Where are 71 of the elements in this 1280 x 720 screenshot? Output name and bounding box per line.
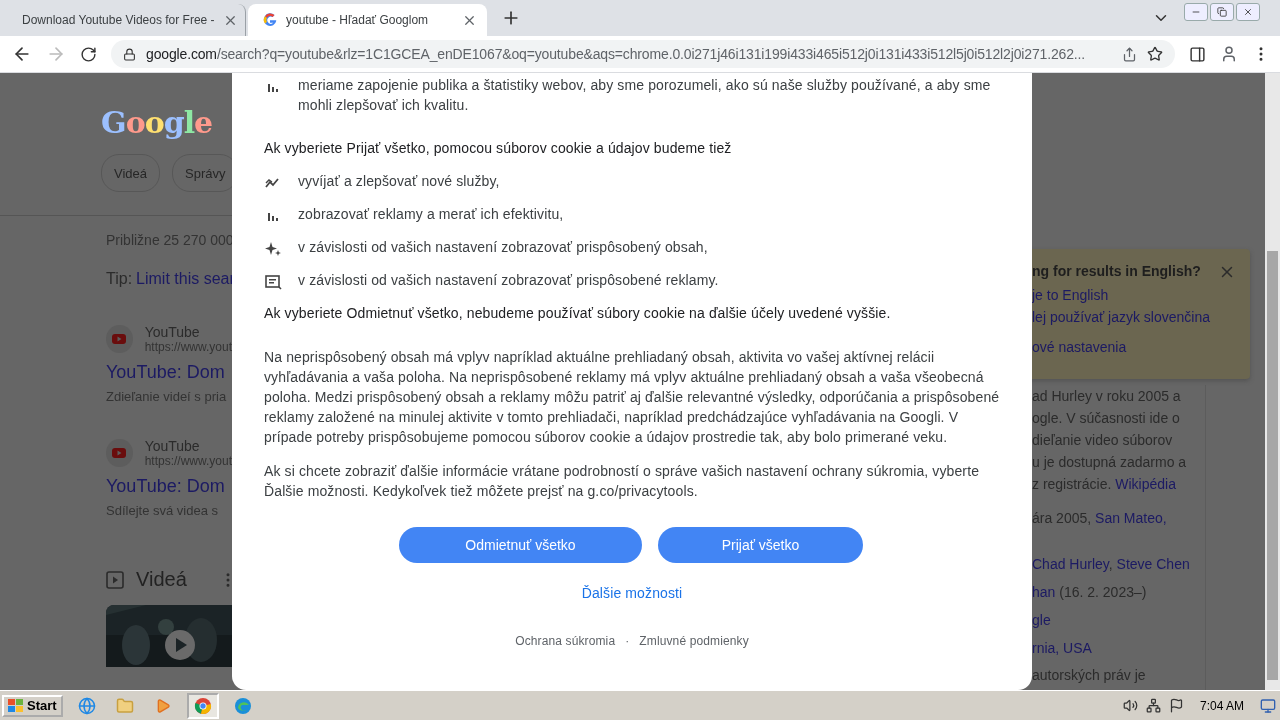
site-name: YouTube <box>144 324 201 340</box>
videos-heading: Videá <box>136 568 187 591</box>
play-icon <box>112 334 127 344</box>
tab-title: youtube - Hľadať Googlom <box>286 13 430 27</box>
decline-text: Ak vyberiete Odmietnuť všetko, nebudeme používať súbory cookie na ďalšie účely uvedené vyššie. <box>264 304 892 323</box>
google-icon <box>262 12 278 28</box>
tip-link[interactable]: Limit this sear <box>136 270 235 288</box>
info-link[interactable]: han <box>1032 584 1056 600</box>
side-panel-icon[interactable] <box>1189 45 1206 63</box>
info-text: ára 2005, <box>1032 510 1093 526</box>
ad-icon <box>264 273 282 291</box>
google-logo[interactable]: Google <box>101 105 232 140</box>
prompt-title: ng for results in English? <box>1032 263 1201 279</box>
profile-icon[interactable] <box>1220 45 1238 63</box>
info-text: u je dostupná zadarmo a <box>1032 454 1187 470</box>
scroll-thumb[interactable] <box>1267 251 1278 680</box>
privacy-link[interactable]: Ochrana súkromia <box>515 631 616 651</box>
share-icon[interactable] <box>1122 46 1137 62</box>
info-link[interactable]: rnia, USA <box>1032 640 1092 656</box>
clock: 7:04 AM <box>1199 698 1244 713</box>
browser-tab[interactable]: youtube - Hľadať Googlom <box>248 4 487 36</box>
consent-item: meriame zapojenie publika a štatistiky webov, aby sme porozumeli, ako sú naše služby používané, a aby sme mohli zlepšovať ich kvalitu. <box>298 76 992 115</box>
scrollbar[interactable] <box>1265 73 1280 690</box>
restore-icon[interactable] <box>1210 3 1234 21</box>
more-options-link[interactable]: Ďalšie možnosti <box>581 583 683 603</box>
result-title[interactable]: YouTube: Dom <box>106 476 232 497</box>
info-text: , <box>1108 556 1114 572</box>
info-paragraph: Na neprispôsobený obsah má vplyv napríklad aktuálne prehliadaný obsah, aktivita vo vašej aktívnej relácii vyhľadávania a vaša poloha. Na neprispôsobené reklamy má vplyv aktuálne prehliadaný obsah a vaša všeobecná poloha. Medzi prispôsobený obsah a reklamy môžu patriť aj ďalšie relevantné výsledky, odporúčania a prispôsobené reklamy založené na minulej aktivite v tomto prehliadači, napríklad predchádzajúce vyhľadávania na Googli. V prípade potreby prispôsobujeme pomocou súborov cookie a údajov prostredie tak, aby bolo primerané veku. <box>264 348 1000 447</box>
reject-all-button[interactable]: Odmietnuť všetko <box>399 527 642 563</box>
info-link[interactable]: Chad Hurley <box>1032 556 1109 572</box>
windows-logo-icon <box>8 698 24 713</box>
filter-chip[interactable]: Videá <box>101 154 160 192</box>
info-paragraph: Ak si chcete zobraziť ďalšie informácie vrátane podrobností o správe vašich nastavení ochrany súkromia, vyberte Ďalšie možnosti. Kedykoľvek tiež môžete prejsť na g.co/privacytools. <box>264 462 981 501</box>
start-button[interactable]: Start <box>2 694 63 717</box>
info-link[interactable]: San Mateo, <box>1095 510 1167 526</box>
tab-title: Download Youtube Videos for Free - <box>22 13 215 27</box>
tip-label: Tip: <box>106 270 133 288</box>
info-link[interactable]: Steve Chen <box>1116 556 1190 572</box>
result-title[interactable]: YouTube: Dom <box>106 362 232 383</box>
show-desktop-icon[interactable] <box>1260 697 1276 714</box>
info-link[interactable]: gle <box>1032 612 1051 628</box>
network-icon[interactable] <box>1145 698 1161 713</box>
info-text: z registrácie. <box>1032 476 1113 492</box>
consent-item: zobrazovať reklamy a merať ich efektivitu, <box>298 205 565 224</box>
star-icon[interactable] <box>1147 46 1163 62</box>
prompt-link[interactable]: ové nastavenia <box>1032 339 1250 355</box>
site-name: YouTube <box>144 438 201 454</box>
volume-icon[interactable] <box>1122 698 1138 713</box>
prompt-link[interactable]: je to English <box>1032 287 1250 303</box>
accept-all-button[interactable]: Prijať všetko <box>658 527 863 563</box>
play-icon <box>112 448 127 458</box>
close-window-icon[interactable] <box>1236 3 1260 21</box>
info-text: ad Hurley v roku 2005 a <box>1032 388 1181 404</box>
info-link[interactable]: Wikipédia <box>1115 476 1176 492</box>
info-text: ogle. V súčasnosti ide o <box>1032 410 1180 426</box>
address-bar[interactable]: google.com/search?q=youtube&rlz=1C1GCEA_enDE1067&oq=youtube&aqs=chrome.0.0i271j46i131i199i433i465i512j0i131i433i512l5j0i512l2j0i271.262... <box>111 40 1175 68</box>
terms-link[interactable]: Zmluvné podmienky <box>639 631 749 651</box>
reload-icon[interactable] <box>80 45 97 63</box>
chrome-icon[interactable] <box>186 692 219 719</box>
lock-icon <box>123 47 136 61</box>
flag-icon[interactable] <box>1168 698 1184 713</box>
prompt-link[interactable]: lej používať jazyk slovenčina <box>1032 309 1250 325</box>
separator-dot: · <box>625 633 630 650</box>
info-text: (16. 2. 2023–) <box>1058 584 1147 600</box>
video-icon <box>106 570 124 589</box>
info-text: autorských práv je <box>1032 667 1146 683</box>
accept-intro: Ak vyberiete Prijať všetko, pomocou súborov cookie a údajov budeme tiež <box>264 139 733 158</box>
consent-item: v závislosti od vašich nastavení zobrazovať prispôsobený obsah, <box>298 238 709 257</box>
consent-item: v závislosti od vašich nastavení zobrazovať prispôsobené reklamy. <box>298 271 720 290</box>
info-text: dieľanie video súborov <box>1032 432 1173 448</box>
consent-item: vyvíjať a zlepšovať nové služby, <box>298 172 501 191</box>
